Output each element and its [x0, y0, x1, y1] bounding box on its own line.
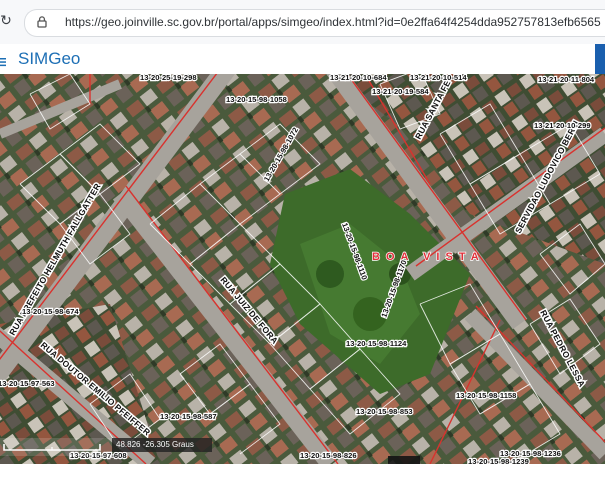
reload-icon[interactable]: ↻: [0, 13, 14, 29]
site-info-icon[interactable]: [35, 15, 49, 29]
lot-label[interactable]: 13-20-15-98-1124: [345, 338, 409, 349]
address-bar[interactable]: https://geo.joinville.sc.gov.br/portal/a…: [24, 9, 605, 37]
lot-label[interactable]: 13-20-15-98-826: [299, 450, 358, 461]
lot-label[interactable]: 13-21-20-10-514: [409, 74, 469, 83]
lot-label[interactable]: 13-20-15-98-674: [21, 306, 81, 317]
lot-label[interactable]: 13-20-15-98-853: [355, 406, 414, 417]
coordinate-readout: 48.826 -26.305 Graus: [112, 438, 212, 452]
browser-toolbar: ↻ https://geo.joinville.sc.gov.br/portal…: [0, 0, 605, 45]
header-action-button[interactable]: [595, 44, 605, 74]
app-title: SIMGeo: [18, 49, 81, 68]
lot-label[interactable]: 13-20-25-19-298: [139, 74, 198, 83]
lot-label[interactable]: 13-20-15-98-1239: [467, 456, 530, 464]
aerial-map[interactable]: RUA PREFEITO HELMUTH FALLGATTER RUA DOUT…: [0, 74, 605, 464]
lot-label[interactable]: 13-21-20-10-684: [329, 74, 389, 83]
lot-label[interactable]: 13-20-15-98-1158: [455, 390, 518, 401]
lot-label[interactable]: 13-21-20-11-804: [537, 74, 596, 85]
hamburger-icon[interactable]: [0, 54, 8, 67]
lot-label[interactable]: 13-20-15-97-563: [0, 378, 56, 389]
lot-label[interactable]: 13-21-20-10-299: [533, 120, 592, 131]
lot-label[interactable]: 13-20-15-98-1236: [499, 448, 562, 459]
map-view[interactable]: RUA PREFEITO HELMUTH FALLGATTER RUA DOUT…: [0, 74, 605, 464]
map-attribution-control[interactable]: [388, 456, 420, 464]
url-text[interactable]: https://geo.joinville.sc.gov.br/portal/a…: [65, 15, 601, 29]
scale-bar: [0, 438, 112, 456]
app-header: SIMGeo: [0, 44, 605, 75]
lot-label[interactable]: 13-21-20-19-584: [371, 86, 431, 97]
page-footer: [0, 464, 605, 487]
neighborhood-label: BOA VISTA: [372, 251, 485, 263]
lot-label[interactable]: 13-20-15-98-587: [159, 411, 218, 422]
lot-label[interactable]: 13-20-15-98-1058: [225, 94, 288, 105]
